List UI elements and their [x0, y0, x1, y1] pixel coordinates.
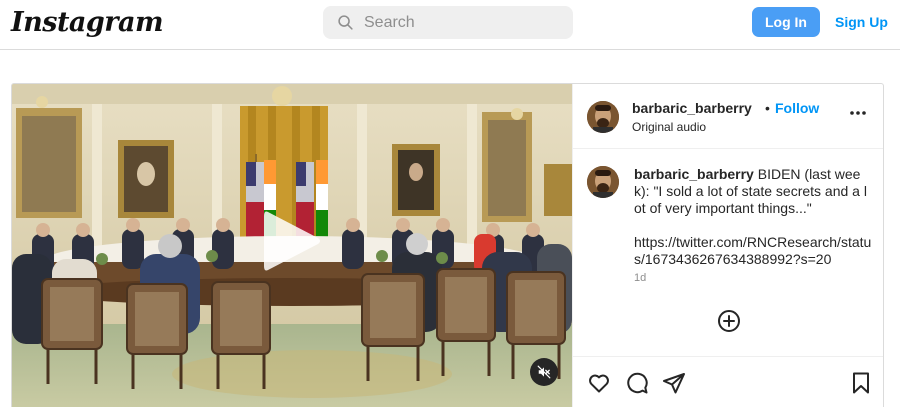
- post-details-panel: barbaric_barberry • Follow Original audi…: [572, 84, 883, 407]
- audio-label[interactable]: Original audio: [632, 120, 706, 134]
- profile-picture: [587, 101, 619, 133]
- play-icon[interactable]: [262, 208, 322, 274]
- share-icon[interactable]: [662, 371, 686, 395]
- post-username[interactable]: barbaric_barberry: [632, 100, 752, 116]
- sign-up-link[interactable]: Sign Up: [835, 14, 888, 30]
- caption-avatar[interactable]: [587, 166, 619, 198]
- post-timestamp[interactable]: 1d: [634, 272, 646, 284]
- log-in-button[interactable]: Log In: [752, 7, 820, 37]
- search-input[interactable]: [364, 13, 564, 32]
- post-header: barbaric_barberry • Follow Original audi…: [573, 84, 883, 149]
- comment-icon[interactable]: [625, 371, 649, 395]
- post-action-bar: [573, 356, 883, 407]
- profile-picture: [587, 166, 619, 198]
- top-navigation-bar: Instagram Log In Sign Up: [0, 0, 900, 50]
- search-icon: [338, 15, 353, 30]
- add-circle-icon[interactable]: [717, 309, 741, 333]
- instagram-logo[interactable]: Instagram: [11, 7, 164, 38]
- post-caption: barbaric_barberry BIDEN (last week): "I …: [634, 166, 874, 268]
- separator-dot: •: [765, 100, 770, 116]
- avatar[interactable]: [587, 101, 619, 133]
- caption-username[interactable]: barbaric_barberry: [634, 166, 754, 182]
- muted-speaker-icon: [537, 365, 551, 379]
- heart-icon[interactable]: [587, 371, 611, 395]
- follow-button[interactable]: Follow: [775, 100, 819, 116]
- post-video[interactable]: [12, 84, 572, 407]
- post-card: barbaric_barberry • Follow Original audi…: [11, 83, 884, 407]
- bookmark-icon[interactable]: [849, 371, 873, 395]
- more-options-icon[interactable]: [849, 110, 867, 116]
- mute-toggle-button[interactable]: [530, 358, 558, 386]
- search-box[interactable]: [323, 6, 573, 39]
